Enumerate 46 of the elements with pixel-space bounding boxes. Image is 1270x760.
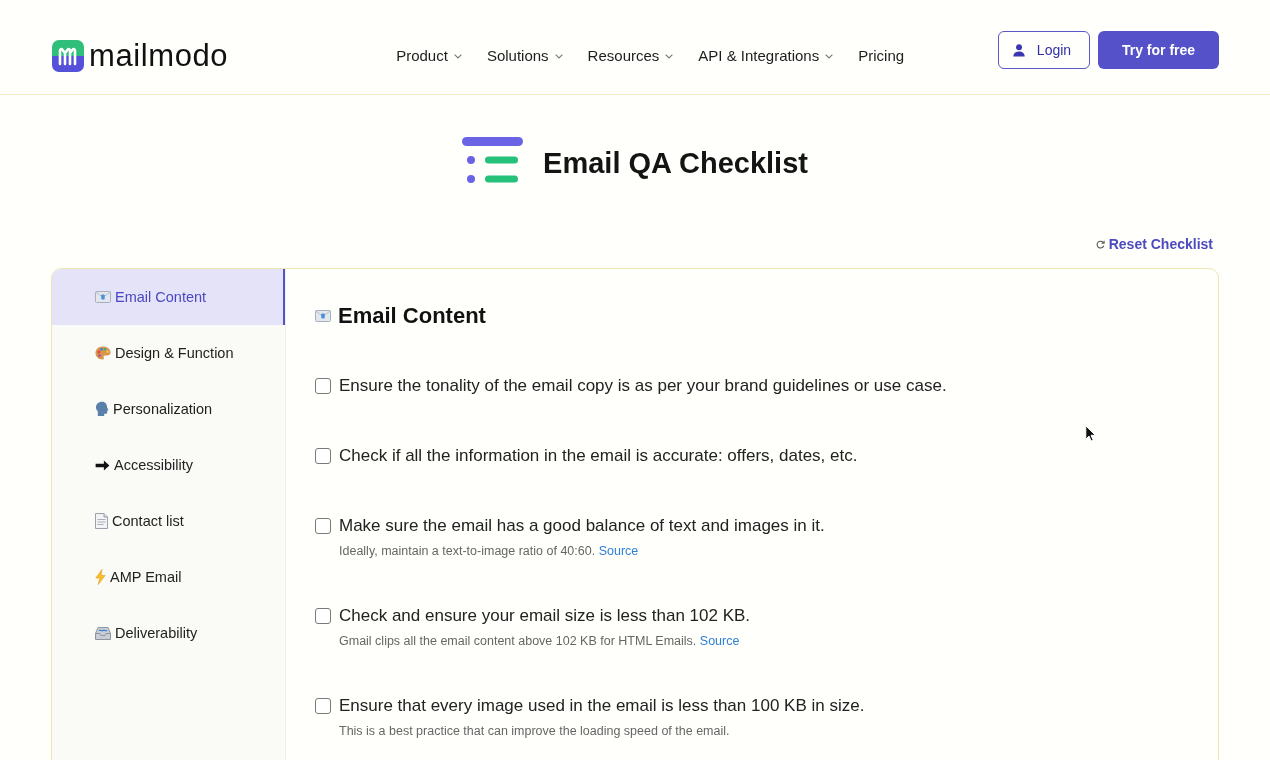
category-tab[interactable]: Accessibility xyxy=(52,437,285,493)
category-tab[interactable]: Email Content xyxy=(52,269,285,325)
nav-link[interactable]: API & Integrations xyxy=(698,47,834,65)
checkbox[interactable] xyxy=(315,698,331,714)
palette-icon xyxy=(95,346,111,360)
brand-name: mailmodo xyxy=(89,40,229,72)
category-tab[interactable]: Personalization xyxy=(52,381,285,437)
refresh-icon xyxy=(1095,239,1105,249)
source-link[interactable]: Source xyxy=(598,544,639,558)
source-link[interactable]: Source xyxy=(699,634,740,648)
logo-icon xyxy=(52,40,84,72)
try-for-free-button[interactable]: Try for free xyxy=(1098,31,1219,69)
item-note: This is a best practice that can improve the loading speed of the email. xyxy=(339,724,731,738)
category-tab[interactable]: AMP Email xyxy=(52,549,285,605)
checklist-item-text: Check and ensure your email size is less than 102 KB. xyxy=(339,605,751,627)
checklist-item-text: Check if all the information in the email is accurate: offers, dates, etc. xyxy=(339,445,858,467)
checklist-item-text: Make sure the email has a good balance of text and images in it. xyxy=(339,515,825,537)
nav-link[interactable]: Solutions xyxy=(486,47,563,65)
item-note: Ideally, maintain a text-to-image ratio of 40:60. Source xyxy=(339,544,640,558)
envelope-icon xyxy=(95,291,111,303)
tray-icon xyxy=(95,626,111,640)
nav-link[interactable]: Product xyxy=(396,47,462,65)
checklist-icon xyxy=(462,137,525,185)
checkbox[interactable] xyxy=(315,518,331,534)
checkbox[interactable] xyxy=(315,378,331,394)
user-icon xyxy=(1012,43,1025,57)
arrow-icon xyxy=(95,459,110,471)
nav-link[interactable]: Pricing xyxy=(858,47,905,65)
envelope-icon xyxy=(315,310,331,322)
login-button[interactable]: Login xyxy=(998,31,1090,69)
checklist-item-text: Ensure the tonality of the email copy is as per your brand guidelines or use case. xyxy=(339,375,947,397)
page-title: Email QA Checklist xyxy=(543,146,808,180)
checkbox[interactable] xyxy=(315,448,331,464)
head-icon xyxy=(95,401,109,417)
section-title: Email Content xyxy=(338,303,486,329)
category-tab[interactable]: Deliverability xyxy=(52,605,285,661)
reset-checklist-link[interactable]: Reset Checklist xyxy=(1095,235,1213,253)
checkbox[interactable] xyxy=(315,608,331,624)
category-tab[interactable]: Contact list xyxy=(52,493,285,549)
mouse-pointer-icon xyxy=(1085,425,1096,442)
nav-link[interactable]: Resources xyxy=(587,47,674,65)
lightning-icon xyxy=(95,569,106,585)
item-note: Gmail clips all the email content above 102 KB for HTML Emails. Source xyxy=(339,634,741,648)
document-icon xyxy=(95,513,108,529)
checklist-item-text: Ensure that every image used in the email is less than 100 KB in size. xyxy=(339,695,865,717)
category-tab[interactable]: Design & Function xyxy=(52,325,285,381)
